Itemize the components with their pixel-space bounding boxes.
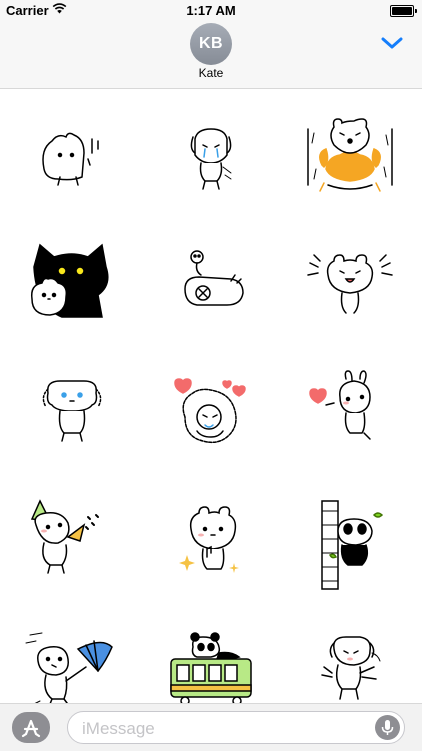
contact-avatar[interactable]: KB [190,23,232,65]
message-composer-bar [0,703,422,751]
chevron-down-icon[interactable] [380,34,404,52]
clock-time: 1:17 AM [186,3,236,18]
app-store-button[interactable] [12,712,50,743]
message-field[interactable] [67,711,405,744]
sticker-bear-shouting[interactable] [300,237,400,337]
sticker-bear-lion-mane[interactable] [300,109,400,209]
app-store-icon [21,719,41,738]
conversation-header: KB Kate [0,22,422,89]
sticker-lion-hugging-hearts[interactable] [161,367,261,467]
sticker-dog-sweating[interactable] [22,367,122,467]
microphone-icon [381,720,394,735]
sticker-dog-crying[interactable] [161,109,261,209]
sticker-bear-fainted-skull[interactable] [161,237,261,337]
sticker-grid [0,89,422,718]
battery-icon [390,5,417,17]
sticker-bear-party-popper[interactable] [22,497,122,597]
status-bar: Carrier 1:17 AM [0,0,422,22]
sticker-bear-peeking[interactable] [22,109,122,209]
sticker-panda-hiding-wall[interactable] [300,497,400,597]
microphone-button[interactable] [375,715,400,740]
message-input[interactable] [80,717,364,741]
sticker-bear-thumbs-up[interactable] [161,497,261,597]
sticker-black-cat-with-bear[interactable] [22,237,122,337]
contact-name[interactable]: Kate [0,66,422,80]
sticker-rabbit-blowing-kiss[interactable] [300,367,400,467]
